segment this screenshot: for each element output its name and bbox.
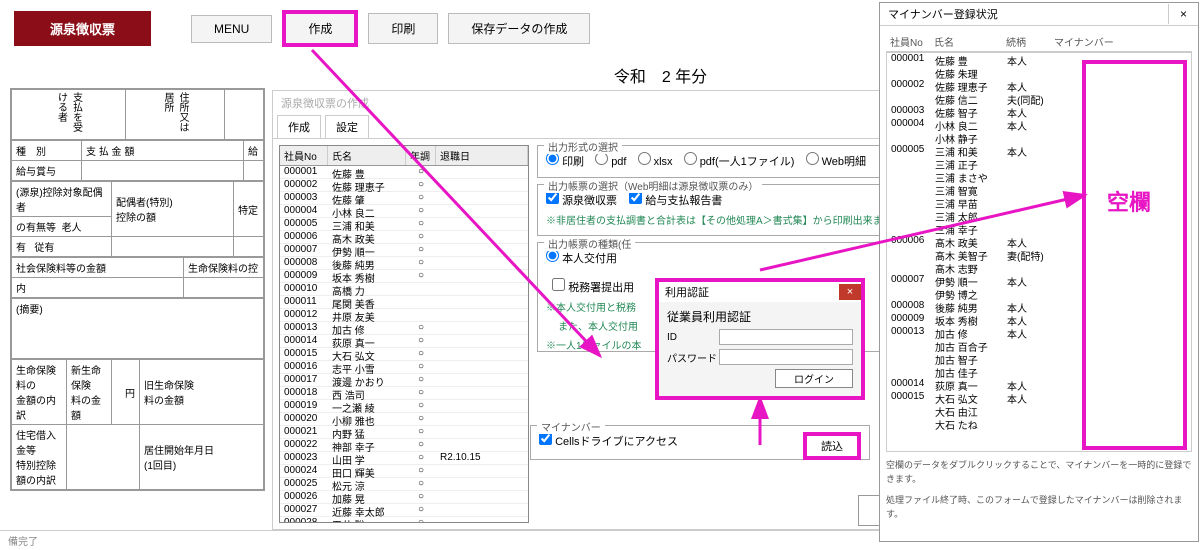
radio-xlsx[interactable]: xlsx	[638, 156, 673, 168]
highlight-blank-column	[1082, 60, 1187, 450]
menu-button[interactable]: MENU	[191, 15, 272, 43]
left-form: 支払を受ける者 住所又は居所 種 別支 払 金 額給 給与賞与 (源泉)控除対象…	[10, 88, 265, 491]
list-item[interactable]: 000007伊勢 順一○	[280, 244, 528, 257]
list-item[interactable]: 000024田口 輝美○	[280, 465, 528, 478]
radio-pdf[interactable]: pdf	[595, 156, 626, 168]
list-item[interactable]: 000025松元 涼○	[280, 478, 528, 491]
employee-list[interactable]: 社員No 氏名 年調 退職日 000001佐藤 豊○000002佐藤 理恵子○0…	[279, 145, 529, 523]
create-button[interactable]: 作成	[282, 10, 358, 47]
list-item[interactable]: 000016志平 小雪○	[280, 361, 528, 374]
list-item[interactable]: 000015大石 弘文○	[280, 348, 528, 361]
list-item[interactable]: 000001佐藤 豊○	[280, 166, 528, 179]
chk-zeimu[interactable]: 税務署提出用	[552, 282, 634, 294]
chk-gensen[interactable]: 源泉徴収票	[546, 195, 617, 207]
list-item[interactable]: 000002佐藤 理恵子○	[280, 179, 528, 192]
panel-title: 源泉徴収票の作成	[273, 91, 951, 115]
radio-print[interactable]: 印刷	[546, 156, 584, 168]
gensen-button[interactable]: 源泉徴収票	[14, 11, 151, 46]
list-item[interactable]: 000020小柳 雅也○	[280, 413, 528, 426]
radio-pdf1[interactable]: pdf(一人1ファイル)	[684, 156, 795, 168]
list-item[interactable]: 000022神部 幸子○	[280, 439, 528, 452]
list-item[interactable]: 000013加古 修○	[280, 322, 528, 335]
list-item[interactable]: 000027近藤 幸太郎○	[280, 504, 528, 517]
list-item[interactable]: 000010高橋 力	[280, 283, 528, 296]
list-item[interactable]: 000012井原 友美	[280, 309, 528, 322]
list-item[interactable]: 000006髙木 政美○	[280, 231, 528, 244]
chk-kyuyo[interactable]: 給与支払報告書	[629, 195, 722, 207]
status-bar: 備完了	[0, 530, 880, 550]
savedata-button[interactable]: 保存データの作成	[448, 13, 590, 44]
list-item[interactable]: 000009坂本 秀樹○	[280, 270, 528, 283]
list-item[interactable]: 000003佐藤 肇○	[280, 192, 528, 205]
close-icon[interactable]: ×	[1168, 4, 1198, 24]
list-item[interactable]: 000014荻原 真一○	[280, 335, 528, 348]
radio-honnin[interactable]: 本人交付用	[546, 253, 617, 265]
list-item[interactable]: 000004小林 良二○	[280, 205, 528, 218]
radio-web[interactable]: Web明細	[806, 156, 866, 168]
id-input[interactable]	[719, 329, 853, 345]
password-input[interactable]	[719, 349, 853, 365]
list-item[interactable]: 000021内野 猛○	[280, 426, 528, 439]
list-item[interactable]: 000019一之瀬 綾○	[280, 400, 528, 413]
list-item[interactable]: 000018西 浩司○	[280, 387, 528, 400]
list-item[interactable]: 000026加藤 晃○	[280, 491, 528, 504]
list-item[interactable]: 000017渡邊 かおり○	[280, 374, 528, 387]
close-icon[interactable]: ×	[839, 284, 861, 300]
auth-title: 利用認証	[659, 282, 715, 302]
print-button[interactable]: 印刷	[368, 13, 438, 44]
mynumber-section: マイナンバー Cellsドライブにアクセス 読込	[530, 425, 870, 466]
auth-dialog: 利用認証 × 従業員利用認証 ID パスワード ログイン	[655, 278, 865, 400]
list-item[interactable]: 000028平井 聡○	[280, 517, 528, 523]
callout-blank: 空欄	[1107, 185, 1151, 217]
login-button[interactable]: ログイン	[775, 369, 853, 388]
window-title: マイナンバー登録状況	[880, 3, 1006, 25]
list-item[interactable]: 000008後藤 純男○	[280, 257, 528, 270]
auth-header: 従業員利用認証	[667, 308, 853, 325]
list-item[interactable]: 000005三浦 和美○	[280, 218, 528, 231]
tab-settings[interactable]: 設定	[325, 115, 369, 138]
list-item[interactable]: 000023山田 学○R2.10.15	[280, 452, 528, 465]
read-button[interactable]: 読込	[803, 432, 861, 460]
chk-cells[interactable]: Cellsドライブにアクセス	[539, 436, 678, 448]
tab-create[interactable]: 作成	[277, 115, 321, 138]
list-item[interactable]: 000011尾関 美香	[280, 296, 528, 309]
